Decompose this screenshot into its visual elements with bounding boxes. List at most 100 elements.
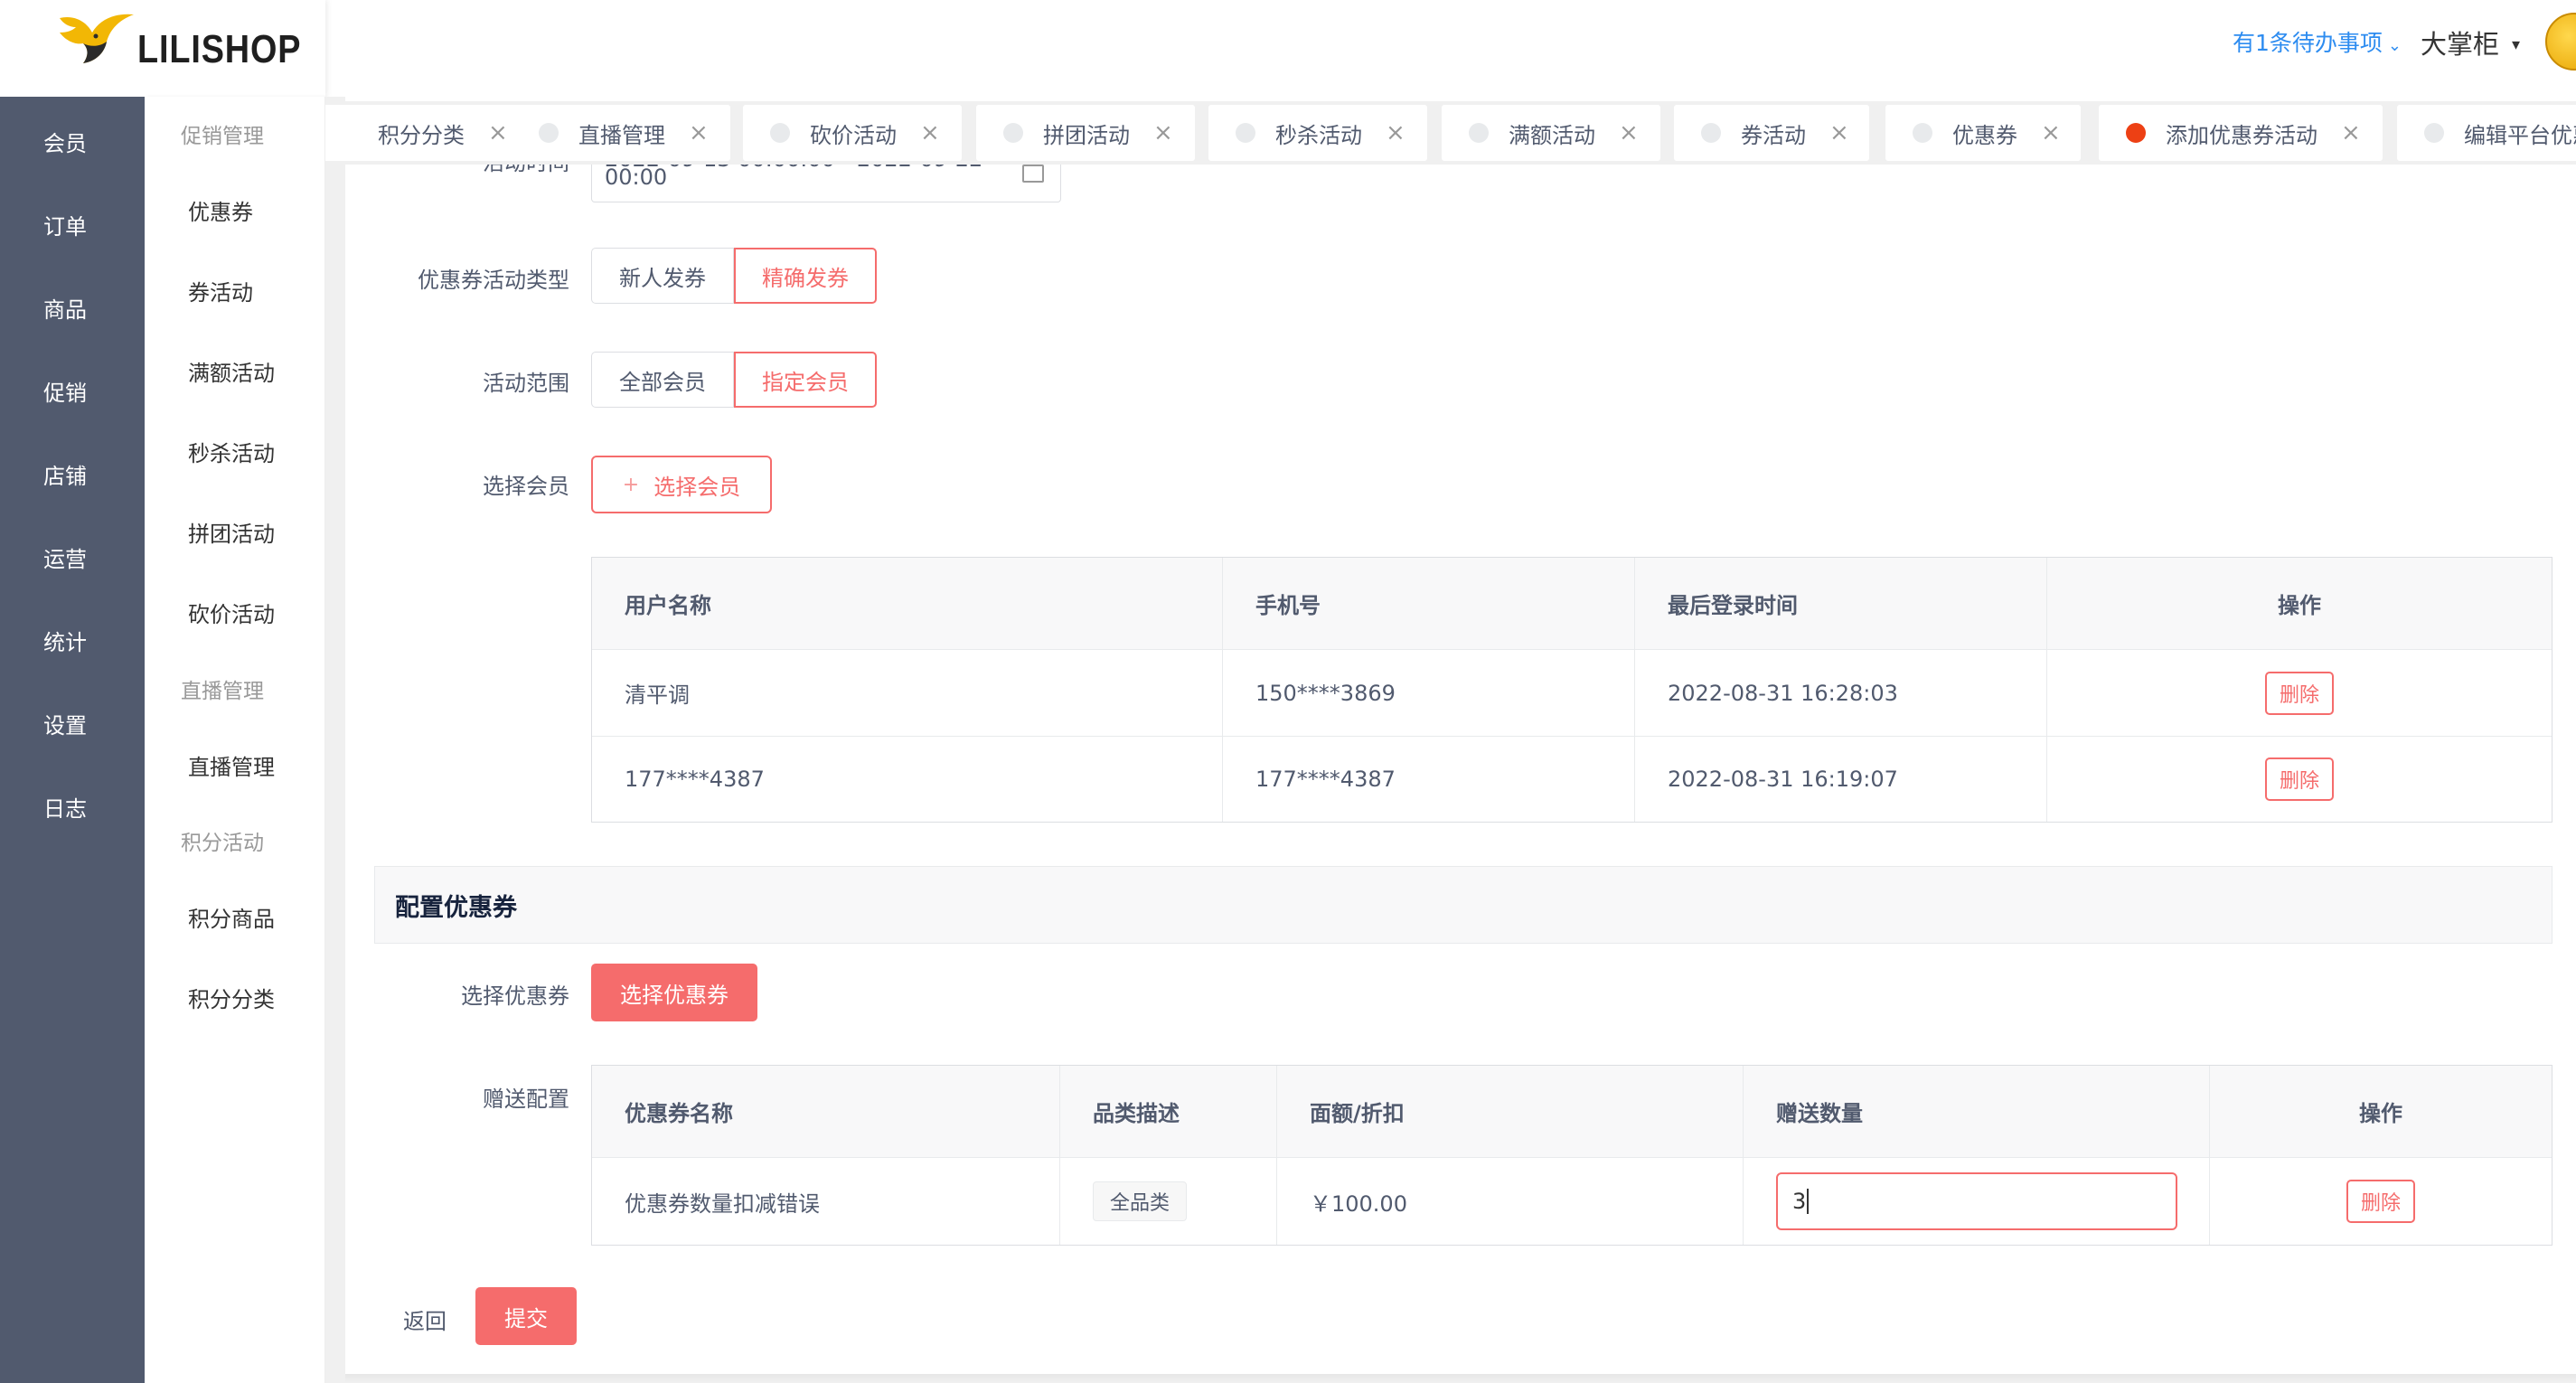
top-header: LILISHOP 有1条待办事项 ⌄ 大掌柜 ▾ [0,0,2576,97]
back-button[interactable]: 返回 [403,1303,447,1335]
tab-edit-platform-coupon[interactable]: 编辑平台优惠 [2397,105,2576,161]
tab-full-discount[interactable]: 满额活动 × [1442,105,1660,161]
col-phone: 手机号 [1223,558,1635,649]
tab-label: 秒杀活动 [1275,122,1362,148]
select-coupon-button[interactable]: 选择优惠券 [591,964,757,1021]
delete-button[interactable]: 删除 [2264,671,2334,715]
sidebar-item-log[interactable]: 日志 [0,791,145,823]
submenu-item-coupon[interactable]: 优惠券 [188,194,253,226]
close-icon[interactable]: × [1386,119,1406,146]
submenu-item-full-discount[interactable]: 满额活动 [188,355,275,387]
cell-coupon-name: 优惠券数量扣减错误 [592,1158,1060,1245]
sidebar-item-promotion[interactable]: 促销 [0,375,145,407]
tab-seckill[interactable]: 秒杀活动 × [1208,105,1427,161]
gift-quantity-input[interactable]: 3 [1776,1172,2177,1230]
section-title-coupon-config: 配置优惠券 [374,866,2552,944]
close-icon[interactable]: × [1619,119,1639,146]
tab-dot [2424,123,2444,143]
calendar-icon [1022,165,1044,183]
sidebar-item-order[interactable]: 订单 [0,209,145,240]
tab-dot [1469,123,1489,143]
cell-last-login: 2022-08-31 16:19:07 [1635,737,2047,822]
tab-dot [770,123,790,143]
close-icon[interactable]: × [1153,119,1173,146]
cell-category: 全品类 [1060,1158,1277,1245]
user-menu[interactable]: 大掌柜 ▾ [2421,24,2520,61]
tab-dot [539,123,559,143]
cell-username: 清平调 [592,650,1223,736]
chevron-down-icon: ⌄ [2387,36,2402,55]
tab-dot [1701,123,1721,143]
close-icon[interactable]: × [488,119,508,146]
submenu-group-live: 直播管理 [181,680,264,703]
cell-quantity: 3 [1744,1158,2210,1245]
close-icon[interactable]: × [2041,119,2061,146]
logo-text: LILISHOP [137,27,302,71]
tab-label: 直播管理 [578,122,665,148]
logo[interactable]: LILISHOP [0,0,325,97]
delete-button[interactable]: 删除 [2264,757,2334,801]
submenu-group-promo: 促销管理 [181,125,264,148]
sidebar-item-operation[interactable]: 运营 [0,541,145,573]
cell-amount: ￥100.00 [1277,1158,1744,1245]
sidebar-item-member[interactable]: 会员 [0,126,145,157]
tab-kanjia[interactable]: 砍价活动 × [743,105,962,161]
tab-live[interactable]: 直播管理 × [512,105,730,161]
tab-pintuan[interactable]: 拼团活动 × [976,105,1195,161]
cell-action: 删除 [2047,650,2552,736]
panel-bottom-edge [345,1374,2576,1383]
sidebar-item-goods[interactable]: 商品 [0,292,145,324]
scope-specified-members[interactable]: 指定会员 [734,352,877,408]
submenu-item-seckill[interactable]: 秒杀活动 [188,436,275,467]
submenu-item-points-category[interactable]: 积分分类 [188,982,275,1013]
select-member-button-label: 选择会员 [653,474,741,500]
coupon-type-label: 优惠券活动类型 [418,268,569,293]
submenu-item-live[interactable]: 直播管理 [188,749,275,781]
caret-down-icon: ▾ [2512,35,2521,54]
bird-logo-icon [60,14,134,63]
close-icon[interactable]: × [689,119,709,146]
primary-sidebar: 会员 订单 商品 促销 店铺 运营 统计 设置 日志 [0,97,145,1383]
coupon-table: 优惠券名称 品类描述 面额/折扣 赠送数量 操作 优惠券数量扣减错误 全品类 ￥… [591,1065,2552,1246]
tab-label: 券活动 [1741,122,1806,148]
cell-phone: 177****4387 [1223,737,1635,822]
todo-notification[interactable]: 有1条待办事项 ⌄ [2233,25,2402,58]
close-icon[interactable]: × [920,119,940,146]
tab-coupon[interactable]: 优惠券 × [1885,105,2081,161]
scope-all-members[interactable]: 全部会员 [591,352,734,408]
cell-username: 177****4387 [592,737,1223,822]
sidebar-item-store[interactable]: 店铺 [0,458,145,490]
sidebar-item-statistics[interactable]: 统计 [0,625,145,656]
tab-add-coupon-activity[interactable]: 添加优惠券活动 × [2099,105,2383,161]
submenu-item-coupon-activity[interactable]: 券活动 [188,275,253,306]
coupon-type-newcomer[interactable]: 新人发券 [591,248,734,304]
avatar[interactable] [2545,13,2576,71]
tab-label: 满额活动 [1509,122,1595,148]
todo-text: 有1条待办事项 [2233,30,2383,56]
coupon-type-precise[interactable]: 精确发券 [734,248,877,304]
submenu-item-points-goods[interactable]: 积分商品 [188,901,275,933]
select-coupon-label: 选择优惠券 [461,983,569,1009]
col-quantity: 赠送数量 [1744,1066,2210,1157]
select-member-label: 选择会员 [483,474,569,499]
secondary-menu: 促销管理 优惠券 券活动 满额活动 秒杀活动 拼团活动 砍价活动 直播管理 直播… [145,97,325,1383]
submenu-group-points: 积分活动 [181,832,264,855]
close-icon[interactable]: × [2341,119,2361,146]
tab-dot [1913,123,1932,143]
col-last-login: 最后登录时间 [1635,558,2047,649]
submenu-item-kanjia[interactable]: 砍价活动 [188,597,275,628]
scope-label: 活动范围 [483,371,569,396]
cell-phone: 150****3869 [1223,650,1635,736]
delete-button[interactable]: 删除 [2346,1180,2415,1223]
cell-last-login: 2022-08-31 16:28:03 [1635,650,2047,736]
select-member-button[interactable]: + 选择会员 [591,456,772,513]
sidebar-item-settings[interactable]: 设置 [0,708,145,739]
member-table: 用户名称 手机号 最后登录时间 操作 清平调 150****3869 2022-… [591,557,2552,823]
tab-coupon-activity[interactable]: 券活动 × [1674,105,1869,161]
plus-icon: + [622,473,640,496]
col-action: 操作 [2359,1101,2402,1126]
text-cursor [1807,1189,1810,1214]
submit-button[interactable]: 提交 [475,1287,577,1345]
submenu-item-pintuan[interactable]: 拼团活动 [188,516,275,548]
close-icon[interactable]: × [1829,119,1849,146]
